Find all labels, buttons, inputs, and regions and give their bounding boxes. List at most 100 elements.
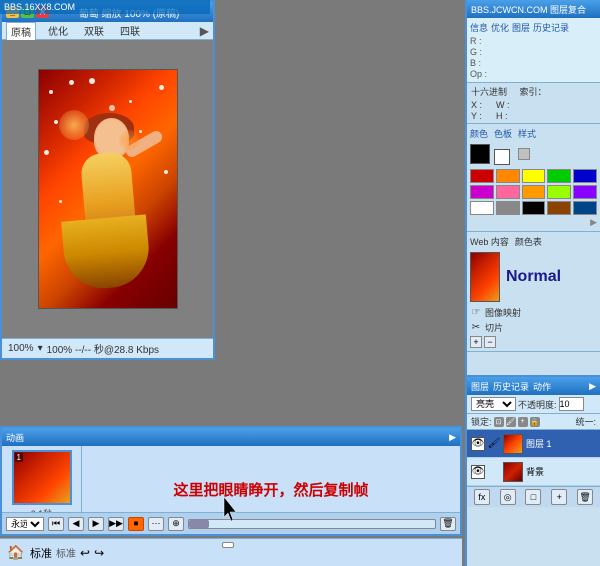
fx-button[interactable]: fx: [474, 489, 490, 505]
layer-eye-bg[interactable]: 👁: [471, 465, 485, 479]
swatch-5[interactable]: [470, 185, 494, 199]
layers-panel: 图层 历史记录 动作 ▶ 亮壳 不透明度: 锁定: ⊡ 🖌 + 🔒 统一: 👁 …: [465, 375, 600, 507]
loop-select[interactable]: 永远 一次 3次: [6, 517, 44, 531]
info-grid: R : G : B : Op :: [470, 36, 597, 79]
slice-item[interactable]: ✂ 切片: [470, 321, 597, 334]
image-canvas: [2, 40, 213, 338]
background-color[interactable]: [494, 149, 510, 165]
web-section: Web 内容 颜色表 Normal ☞ 图像映射 ✂ 切片 + −: [467, 232, 600, 352]
color-reset[interactable]: [518, 148, 530, 160]
redo-icon[interactable]: ↪: [94, 546, 104, 560]
image-window: _ □ ✕ 葡萄 缩放 100% (原稿) 原稿 优化 双联 四联 ▶: [0, 0, 215, 360]
swatch-12[interactable]: [522, 201, 546, 215]
home-icon[interactable]: 🏠: [6, 543, 26, 563]
tabs-arrow[interactable]: ▶: [200, 24, 209, 38]
tab-history-main[interactable]: 历史记录: [493, 380, 529, 393]
image-map-item[interactable]: ☞ 图像映射: [470, 306, 597, 319]
add-icon[interactable]: +: [470, 336, 482, 348]
image-tabs: 原稿 优化 双联 四联 ▶: [2, 22, 213, 40]
r-val: [501, 36, 597, 46]
swatch-10[interactable]: [470, 201, 494, 215]
lock-position-icon[interactable]: +: [518, 417, 528, 427]
layers-lock-row: 锁定: ⊡ 🖌 + 🔒 统一:: [467, 414, 600, 430]
layers-menu-icon[interactable]: ▶: [589, 381, 596, 392]
cursor-icon: [220, 495, 244, 525]
tab-layers[interactable]: 图层: [512, 21, 530, 34]
undo-icon[interactable]: ↩: [80, 546, 90, 560]
anim-play-btn[interactable]: ▶: [88, 517, 104, 531]
lock-transparent-icon[interactable]: ⊡: [494, 417, 504, 427]
anim-copy-btn[interactable]: ⊕: [168, 517, 184, 531]
image-statusbar: 100% ▾ 100% --/-- 秒@28.8 Kbps: [2, 338, 213, 358]
blend-mode-select[interactable]: 亮壳: [471, 397, 516, 411]
tab-optimize[interactable]: 优化: [491, 21, 509, 34]
g-val: [501, 47, 597, 57]
b-val: [501, 58, 597, 68]
layer-item-1[interactable]: 👁 🖌 图层 1: [467, 430, 600, 458]
slice-label: 切片: [485, 321, 503, 334]
swatch-4[interactable]: [573, 169, 597, 183]
x-label: X :: [471, 100, 491, 110]
anim-tween-btn[interactable]: ⋯: [148, 517, 164, 531]
r-label: R :: [470, 36, 500, 46]
anim-delete-btn[interactable]: 🗑: [440, 517, 456, 531]
swatch-2[interactable]: [522, 169, 546, 183]
op-label: Op :: [470, 69, 500, 79]
tab-styles[interactable]: 样式: [518, 127, 536, 140]
anim-next-btn[interactable]: ▶▶: [108, 517, 124, 531]
tab-colors[interactable]: 颜色: [470, 127, 488, 140]
anim-menu-icon[interactable]: ▶: [449, 432, 456, 443]
anim-frame-num: 1: [15, 453, 23, 462]
image-map-label: 图像映射: [485, 306, 521, 319]
anim-stop-btn[interactable]: ⏹: [128, 517, 144, 531]
tab-history[interactable]: 历史记录: [533, 21, 569, 34]
layers-titlebar: 图层 历史记录 动作 ▶: [467, 377, 600, 395]
anim-first-btn[interactable]: ⏮: [48, 517, 64, 531]
delete-layer-button[interactable]: 🗑: [577, 489, 593, 505]
lock-all-icon[interactable]: 🔒: [530, 417, 540, 427]
cursor-area: [220, 495, 244, 528]
color-table-tab[interactable]: 颜色表: [515, 235, 542, 248]
standard-label: 标准: [56, 545, 76, 560]
lock-label: 锁定:: [471, 415, 492, 428]
swatch-7[interactable]: [522, 185, 546, 199]
tab-original[interactable]: 原稿: [6, 22, 36, 40]
tab-double[interactable]: 双联: [80, 22, 108, 39]
tab-info[interactable]: 信息: [470, 21, 488, 34]
delete-icon[interactable]: −: [484, 336, 496, 348]
tab-layers-main[interactable]: 图层: [471, 380, 489, 393]
tab-optimized[interactable]: 优化: [44, 22, 72, 39]
web-section-content: Normal: [470, 252, 597, 302]
swatch-9[interactable]: [573, 185, 597, 199]
scissors-icon: ✂: [470, 322, 482, 334]
mask-button[interactable]: ◎: [500, 489, 516, 505]
web-section-header: Web 内容 颜色表: [470, 235, 597, 248]
foreground-color[interactable]: [470, 144, 490, 164]
opacity-input[interactable]: [559, 397, 584, 411]
new-layer-button[interactable]: +: [551, 489, 567, 505]
swatch-0[interactable]: [470, 169, 494, 183]
web-content-tab[interactable]: Web 内容: [470, 235, 509, 248]
swatch-6[interactable]: [496, 185, 520, 199]
lock-paint-icon[interactable]: 🖌: [506, 417, 516, 427]
new-group-button[interactable]: □: [525, 489, 541, 505]
layer-name-1: 图层 1: [526, 437, 552, 450]
op-val: [501, 69, 597, 79]
swatch-1[interactable]: [496, 169, 520, 183]
tab-quad[interactable]: 四联: [116, 22, 144, 39]
swatch-8[interactable]: [547, 185, 571, 199]
tab-swatches[interactable]: 色板: [494, 127, 512, 140]
layer-item-bg[interactable]: 👁 背景: [467, 458, 600, 486]
layer-thumb-bg: [503, 462, 523, 482]
y-label: Y :: [471, 111, 491, 121]
anim-frame-1[interactable]: 1: [12, 450, 72, 505]
swatch-14[interactable]: [573, 201, 597, 215]
swatch-13[interactable]: [547, 201, 571, 215]
layer-eye-1[interactable]: 👁: [471, 437, 485, 451]
tab-actions-main[interactable]: 动作: [533, 380, 551, 393]
w-label: W :: [496, 100, 516, 110]
anim-prev-btn[interactable]: ◀: [68, 517, 84, 531]
swatch-3[interactable]: [547, 169, 571, 183]
layer-brush-1[interactable]: 🖌: [488, 438, 500, 450]
swatch-11[interactable]: [496, 201, 520, 215]
